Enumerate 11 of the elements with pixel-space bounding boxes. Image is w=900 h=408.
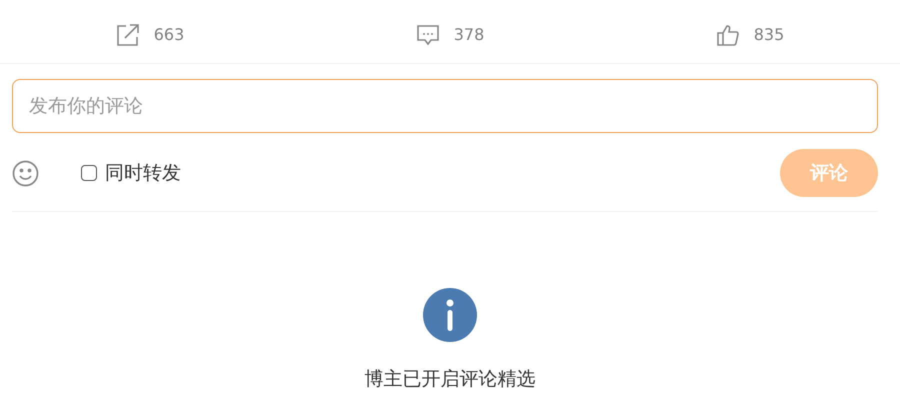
notice-text: 博主已开启评论精选 xyxy=(364,367,536,392)
count: 378 xyxy=(454,25,484,44)
repost-checkbox[interactable]: 同时转发 xyxy=(81,160,181,186)
thumbs-up-icon xyxy=(716,24,740,46)
share-icon xyxy=(116,24,140,46)
smiley-icon[interactable] xyxy=(12,160,39,186)
info-icon xyxy=(423,288,477,342)
comment-icon xyxy=(416,24,440,46)
count: 835 xyxy=(754,25,784,44)
comment-field[interactable]: 发布你的评论 xyxy=(12,79,878,133)
count: 663 xyxy=(154,25,184,44)
